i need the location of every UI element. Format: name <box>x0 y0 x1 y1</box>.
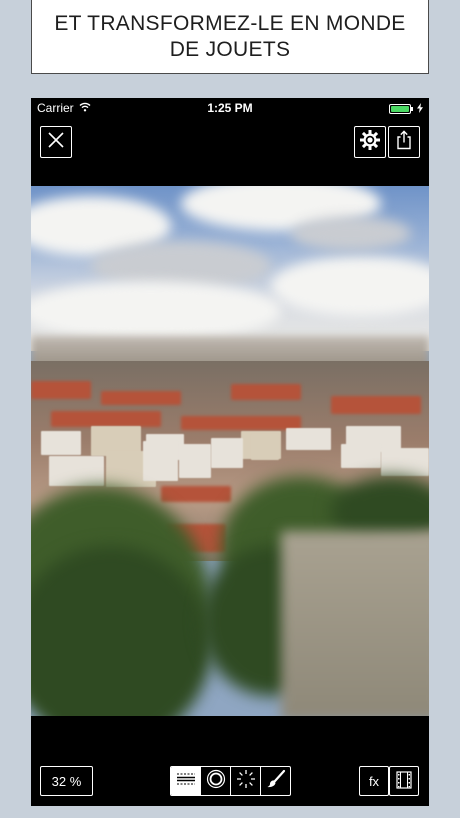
close-button[interactable] <box>40 126 72 158</box>
zoom-level-label: 32 % <box>51 773 82 789</box>
share-icon <box>395 129 413 155</box>
battery-level <box>391 106 409 112</box>
fx-label: fx <box>368 773 380 789</box>
share-button[interactable] <box>388 126 420 158</box>
status-time: 1:25 PM <box>207 101 253 115</box>
brush-icon <box>266 769 286 794</box>
gear-icon <box>359 129 381 156</box>
linear-blur-icon <box>176 772 196 791</box>
radial-blur-icon <box>206 769 226 794</box>
charging-icon <box>417 102 423 116</box>
blur-mode-selector <box>170 766 291 796</box>
radial-blur-mode-button[interactable] <box>201 767 231 795</box>
brush-mode-button[interactable] <box>261 767 290 795</box>
film-button[interactable] <box>389 766 419 796</box>
caption-line-2: DE JOUETS <box>169 37 291 61</box>
zoom-level-button[interactable]: 32 % <box>40 766 93 796</box>
effects-button[interactable]: fx <box>359 766 389 796</box>
settings-button[interactable] <box>354 126 386 158</box>
brightness-mode-button[interactable] <box>231 767 261 795</box>
caption-banner: ET TRANSFORMEZ-LE EN MONDE DE JOUETS <box>31 0 429 74</box>
brightness-icon <box>236 769 256 794</box>
phone-screen: Carrier 1:25 PM 32 % fx <box>31 98 429 806</box>
battery-icon <box>389 104 413 114</box>
caption-line-1: ET TRANSFORMEZ-LE EN MONDE <box>54 11 406 35</box>
close-icon <box>47 131 65 154</box>
film-icon <box>396 770 412 792</box>
status-bar: Carrier 1:25 PM <box>31 98 429 118</box>
tilt-shift-photo[interactable] <box>31 186 429 716</box>
linear-blur-mode-button[interactable] <box>171 767 201 795</box>
